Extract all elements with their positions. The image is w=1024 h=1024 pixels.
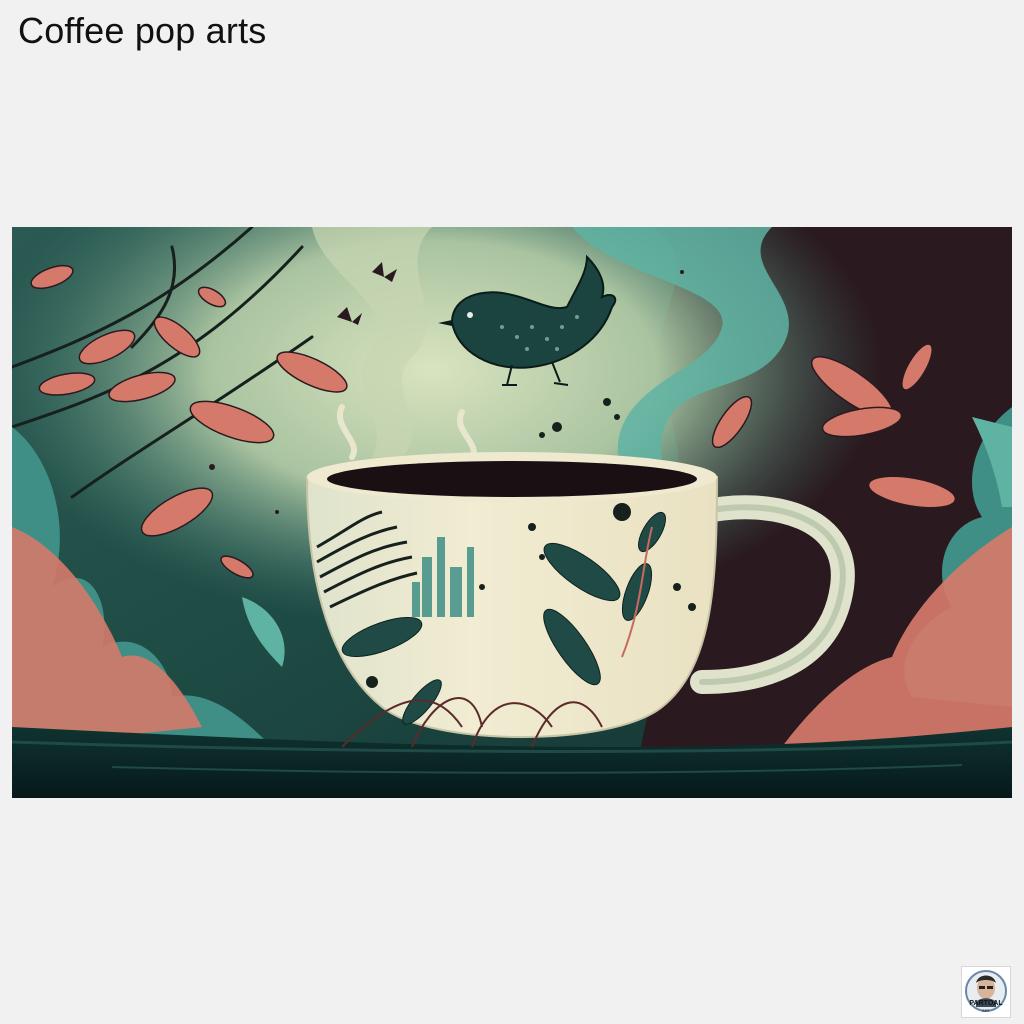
page-title: Coffee pop arts (18, 10, 267, 51)
svg-text:ART: ART (982, 1008, 990, 1013)
page: Coffee pop arts PARTOAL ART (0, 0, 1024, 1024)
coffee-artwork-image (12, 227, 1012, 798)
logo-watermark: PARTOAL ART (961, 966, 1011, 1018)
svg-text:PARTOAL: PARTOAL (969, 1000, 1003, 1007)
